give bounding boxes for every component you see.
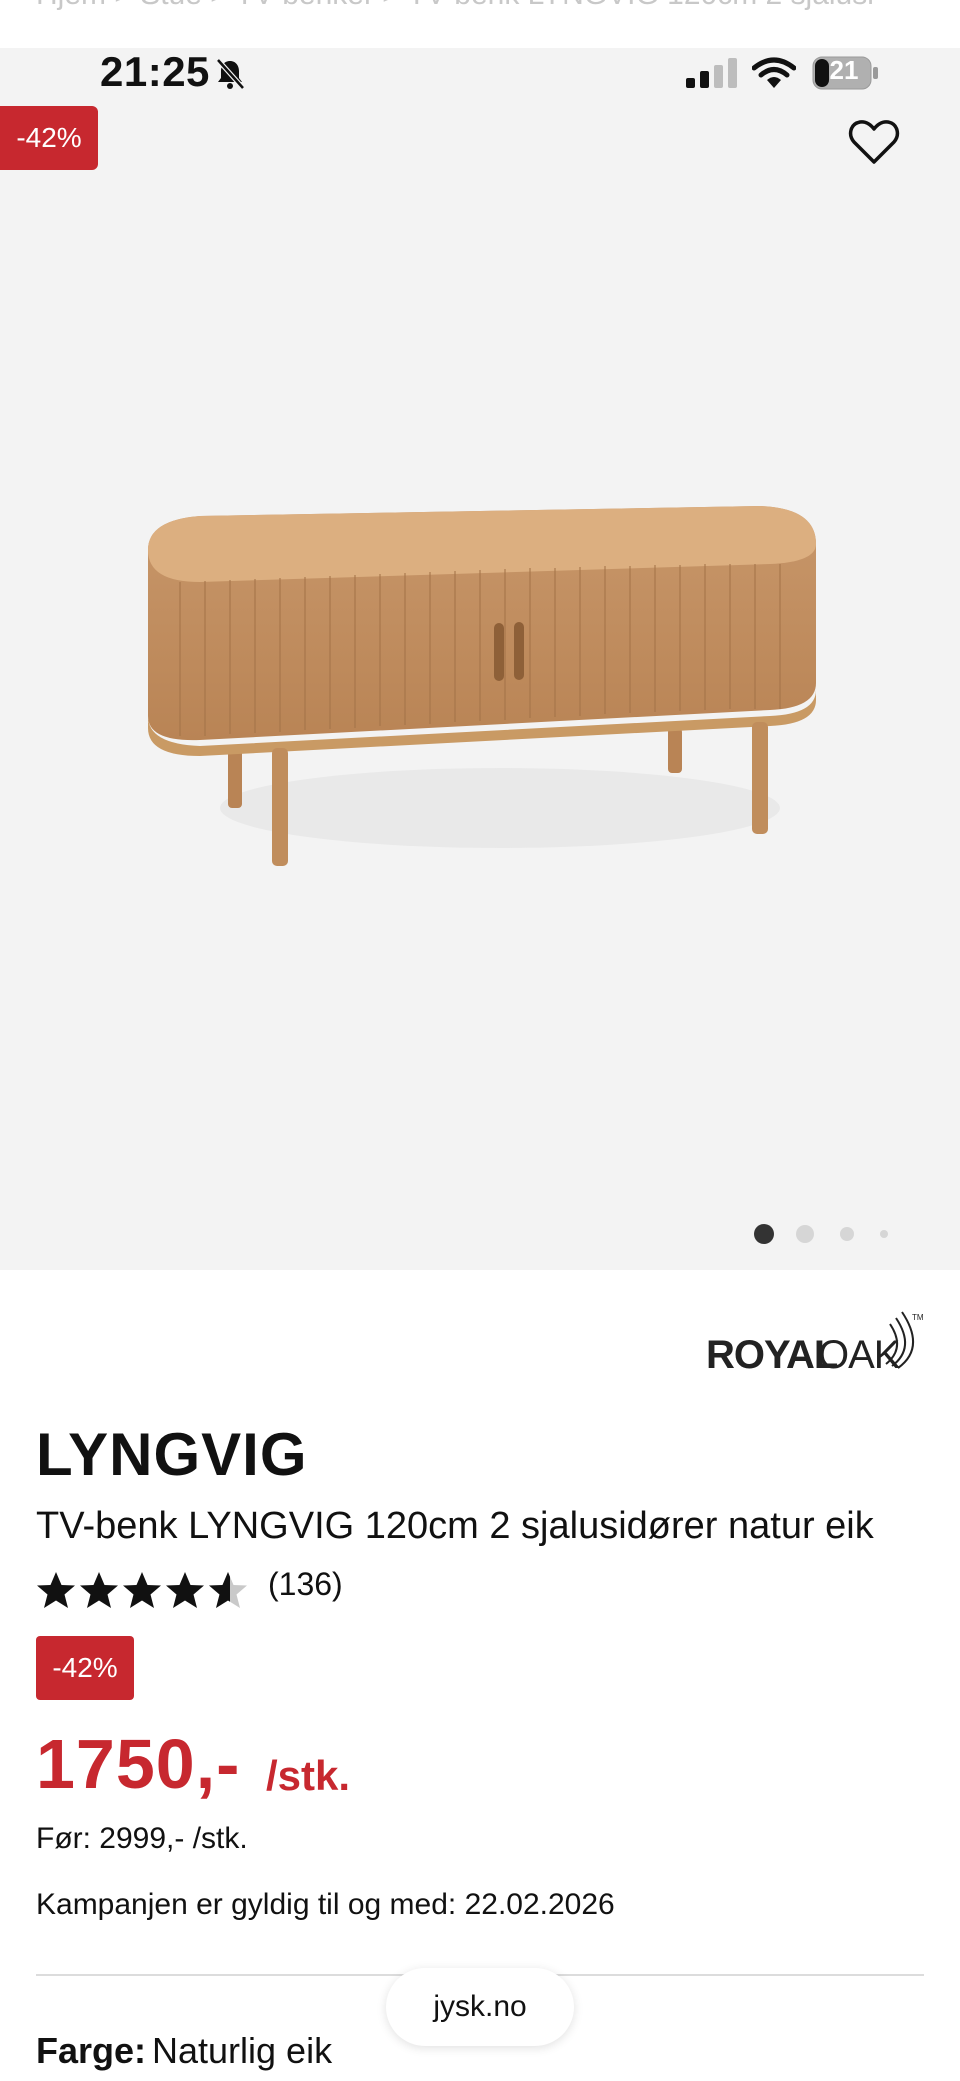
price: 1750,- — [36, 1725, 241, 1803]
campaign-validity: Kampanjen er gyldig til og med: 22.02.20… — [36, 1888, 615, 1921]
signal-icon — [686, 58, 737, 88]
star-icon — [166, 1572, 204, 1608]
browser-url-pill[interactable]: jysk.no — [386, 1968, 574, 2046]
discount-badge: -42% — [36, 1636, 134, 1700]
gallery-dots[interactable] — [750, 1224, 900, 1244]
status-bar: 21:25 21 — [0, 48, 960, 96]
svg-text:OAK: OAK — [818, 1333, 901, 1377]
battery-level: 21 — [829, 55, 859, 85]
star-icon — [37, 1572, 75, 1608]
product-image — [148, 506, 816, 866]
rating-stars[interactable] — [36, 1568, 256, 1612]
review-count[interactable]: (136) — [268, 1566, 343, 1603]
color-value[interactable]: Naturlig eik — [152, 2030, 332, 2072]
breadcrumb-text: Hjem > Stue > TV-benker > TV-benk LYNGVI… — [36, 0, 874, 12]
wifi-icon — [752, 57, 796, 88]
svg-text:TM: TM — [912, 1313, 924, 1322]
price-unit: /stk. — [266, 1752, 351, 1799]
gallery-dot[interactable] — [796, 1225, 814, 1243]
status-time: 21:25 — [100, 48, 210, 95]
bell-muted-icon — [216, 58, 245, 90]
star-icon — [123, 1572, 161, 1608]
royal-oak-logo: ROYAL OAK TM — [706, 1311, 924, 1377]
product-title: TV-benk LYNGVIG 120cm 2 sjalusidører nat… — [36, 1505, 874, 1547]
star-icon — [80, 1572, 118, 1608]
discount-badge-image: -42% — [0, 106, 98, 170]
favorite-heart-icon[interactable] — [848, 118, 900, 166]
product-gallery[interactable] — [0, 48, 960, 1270]
gallery-dot[interactable] — [840, 1227, 854, 1241]
color-label: Farge: — [36, 2030, 147, 2071]
before-price: Før: 2999,- /stk. — [36, 1822, 248, 1855]
gallery-dot-active[interactable] — [754, 1224, 774, 1244]
gallery-dot[interactable] — [880, 1230, 888, 1238]
breadcrumb: Hjem > Stue > TV-benker > TV-benk LYNGVI… — [0, 0, 960, 48]
product-brand: LYNGVIG — [36, 1421, 308, 1488]
